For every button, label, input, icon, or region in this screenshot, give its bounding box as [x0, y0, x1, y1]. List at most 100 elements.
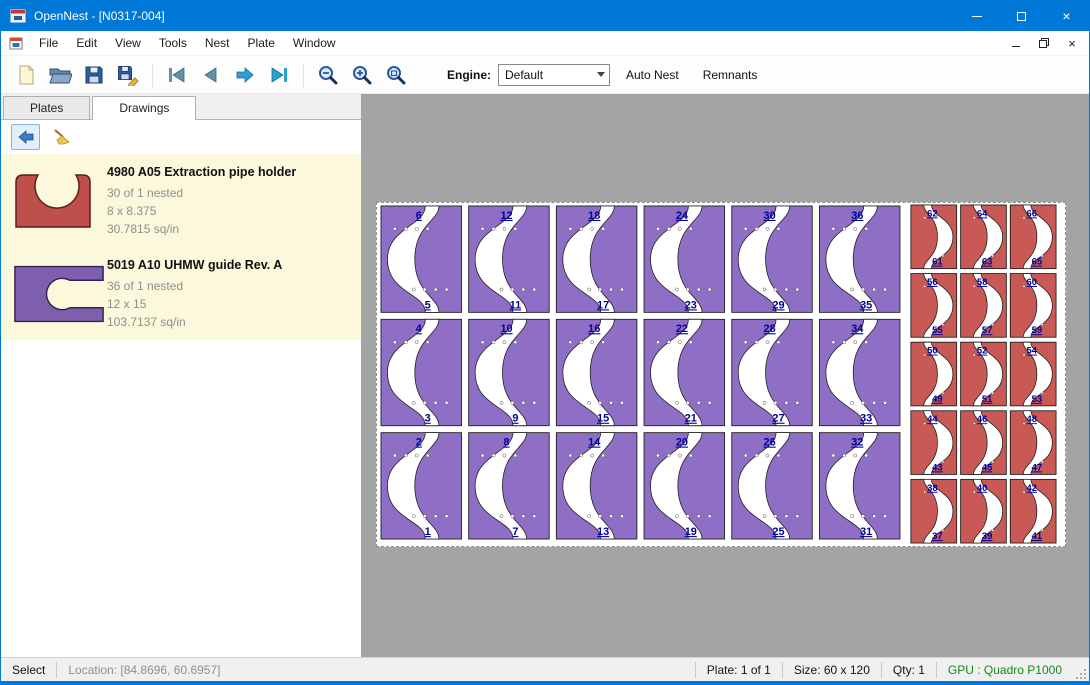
nest-cell[interactable]: 1615 [556, 319, 637, 425]
engine-selected-value: Default [499, 68, 592, 82]
nest-cell[interactable]: 5453 [1010, 342, 1056, 406]
nest-cell[interactable]: 3231 [819, 433, 900, 539]
zoom-out-button[interactable] [311, 60, 345, 90]
nest-cell[interactable]: 5049 [911, 342, 957, 406]
nest-cell[interactable]: 21 [381, 433, 462, 539]
part-number: 36 [851, 210, 863, 222]
save-as-icon [116, 64, 140, 86]
part-number: 34 [851, 323, 864, 335]
nest-cell[interactable]: 4241 [1010, 479, 1056, 543]
chevron-down-icon[interactable] [592, 65, 609, 85]
nest-cell[interactable]: 2625 [732, 433, 813, 539]
nest-cell[interactable]: 87 [469, 433, 550, 539]
minimize-button[interactable] [954, 1, 999, 31]
next-plate-button[interactable] [228, 60, 262, 90]
part-number: 44 [927, 414, 938, 425]
save-button[interactable] [77, 60, 111, 90]
engine-select[interactable]: Default [498, 64, 610, 86]
save-as-button[interactable] [111, 60, 145, 90]
return-part-button[interactable] [11, 124, 40, 150]
part-number: 20 [676, 437, 688, 449]
open-button[interactable] [43, 60, 77, 90]
close-button[interactable]: × [1044, 1, 1089, 31]
save-icon [83, 64, 105, 86]
part-number: 29 [772, 299, 784, 311]
nest-cell[interactable]: 2827 [732, 319, 813, 425]
remnants-button[interactable]: Remnants [695, 63, 766, 87]
part-number: 13 [597, 526, 609, 538]
nest-cell[interactable]: 6463 [961, 205, 1007, 269]
nest-cell[interactable]: 3635 [819, 206, 900, 312]
nest-cell[interactable]: 6059 [1010, 274, 1056, 338]
menu-view[interactable]: View [106, 32, 150, 54]
clear-drawings-button[interactable] [47, 124, 76, 150]
nest-cell[interactable]: 3433 [819, 319, 900, 425]
first-plate-button[interactable] [160, 60, 194, 90]
nest-cell[interactable]: 6261 [911, 205, 957, 269]
tab-drawings[interactable]: Drawings [92, 96, 196, 120]
resize-grip[interactable] [1073, 658, 1089, 681]
part-nested-count: 30 of 1 nested [107, 184, 355, 202]
sidebar: Plates Drawings [1, 94, 361, 657]
nest-cell[interactable]: 6665 [1010, 205, 1056, 269]
part-number: 10 [500, 323, 512, 335]
toolbar: Engine: Default Auto Nest Remnants [1, 56, 1089, 94]
nest-cell[interactable]: 1211 [469, 206, 550, 312]
part-number: 25 [772, 526, 784, 538]
mdi-close-button[interactable]: × [1065, 36, 1079, 50]
zoom-fit-button[interactable] [379, 60, 413, 90]
part-number: 8 [504, 437, 510, 449]
mdi-minimize-button[interactable] [1009, 36, 1023, 50]
part-number: 17 [597, 299, 609, 311]
nest-cell[interactable]: 3029 [732, 206, 813, 312]
menu-nest[interactable]: Nest [196, 32, 239, 54]
nest-cell[interactable]: 4039 [961, 479, 1007, 543]
nest-cell[interactable]: 43 [381, 319, 462, 425]
nest-cell[interactable]: 2221 [644, 319, 725, 425]
part-number: 66 [1027, 208, 1038, 219]
last-plate-button[interactable] [262, 60, 296, 90]
engine-label: Engine: [447, 68, 491, 82]
status-qty: Qty: 1 [882, 658, 936, 681]
menu-edit[interactable]: Edit [67, 32, 106, 54]
nest-cell[interactable]: 10 9 [469, 319, 550, 425]
nest-cell[interactable]: 65 [381, 206, 462, 312]
drawing-list-item[interactable]: 4980 A05 Extraction pipe holder 30 of 1 … [1, 154, 361, 247]
zoom-in-button[interactable] [345, 60, 379, 90]
nest-cell[interactable]: 1817 [556, 206, 637, 312]
part-number: 63 [982, 257, 993, 268]
part-number: 51 [982, 394, 993, 405]
menu-tools[interactable]: Tools [150, 32, 196, 54]
nest-cell[interactable]: 2423 [644, 206, 725, 312]
tab-plates[interactable]: Plates [3, 96, 90, 119]
new-button[interactable] [9, 60, 43, 90]
menu-plate[interactable]: Plate [239, 32, 284, 54]
part-number: 16 [588, 323, 600, 335]
nest-cell[interactable]: 4443 [911, 411, 957, 475]
plate[interactable]: 6512111817242330293635431091615222128273… [376, 202, 1066, 547]
nesting-canvas[interactable]: 6512111817242330293635431091615222128273… [361, 94, 1089, 657]
nest-cell[interactable]: 5655 [911, 274, 957, 338]
nest-cell[interactable]: 4847 [1010, 411, 1056, 475]
menu-file[interactable]: File [30, 32, 67, 54]
previous-plate-button[interactable] [194, 60, 228, 90]
maximize-button[interactable] [999, 1, 1044, 31]
nest-cell[interactable]: 3837 [911, 479, 957, 543]
part-number: 31 [860, 526, 872, 538]
mdi-restore-button[interactable] [1037, 36, 1051, 50]
menu-window[interactable]: Window [284, 32, 345, 54]
part-number: 58 [977, 277, 988, 288]
part-number: 9 [512, 413, 518, 425]
part-number: 18 [588, 210, 600, 222]
resize-grip-icon [1076, 668, 1087, 679]
nest-cell[interactable]: 2019 [644, 433, 725, 539]
nest-cell[interactable]: 5857 [961, 274, 1007, 338]
part-number: 7 [512, 526, 518, 538]
nest-cell[interactable]: 1413 [556, 433, 637, 539]
part-number: 3 [425, 413, 431, 425]
drawing-list-item[interactable]: 5019 A10 UHMW guide Rev. A 36 of 1 neste… [1, 247, 361, 340]
auto-nest-button[interactable]: Auto Nest [618, 63, 687, 87]
part-number: 56 [927, 277, 938, 288]
nest-cell[interactable]: 4645 [961, 411, 1007, 475]
nest-cell[interactable]: 5251 [961, 342, 1007, 406]
